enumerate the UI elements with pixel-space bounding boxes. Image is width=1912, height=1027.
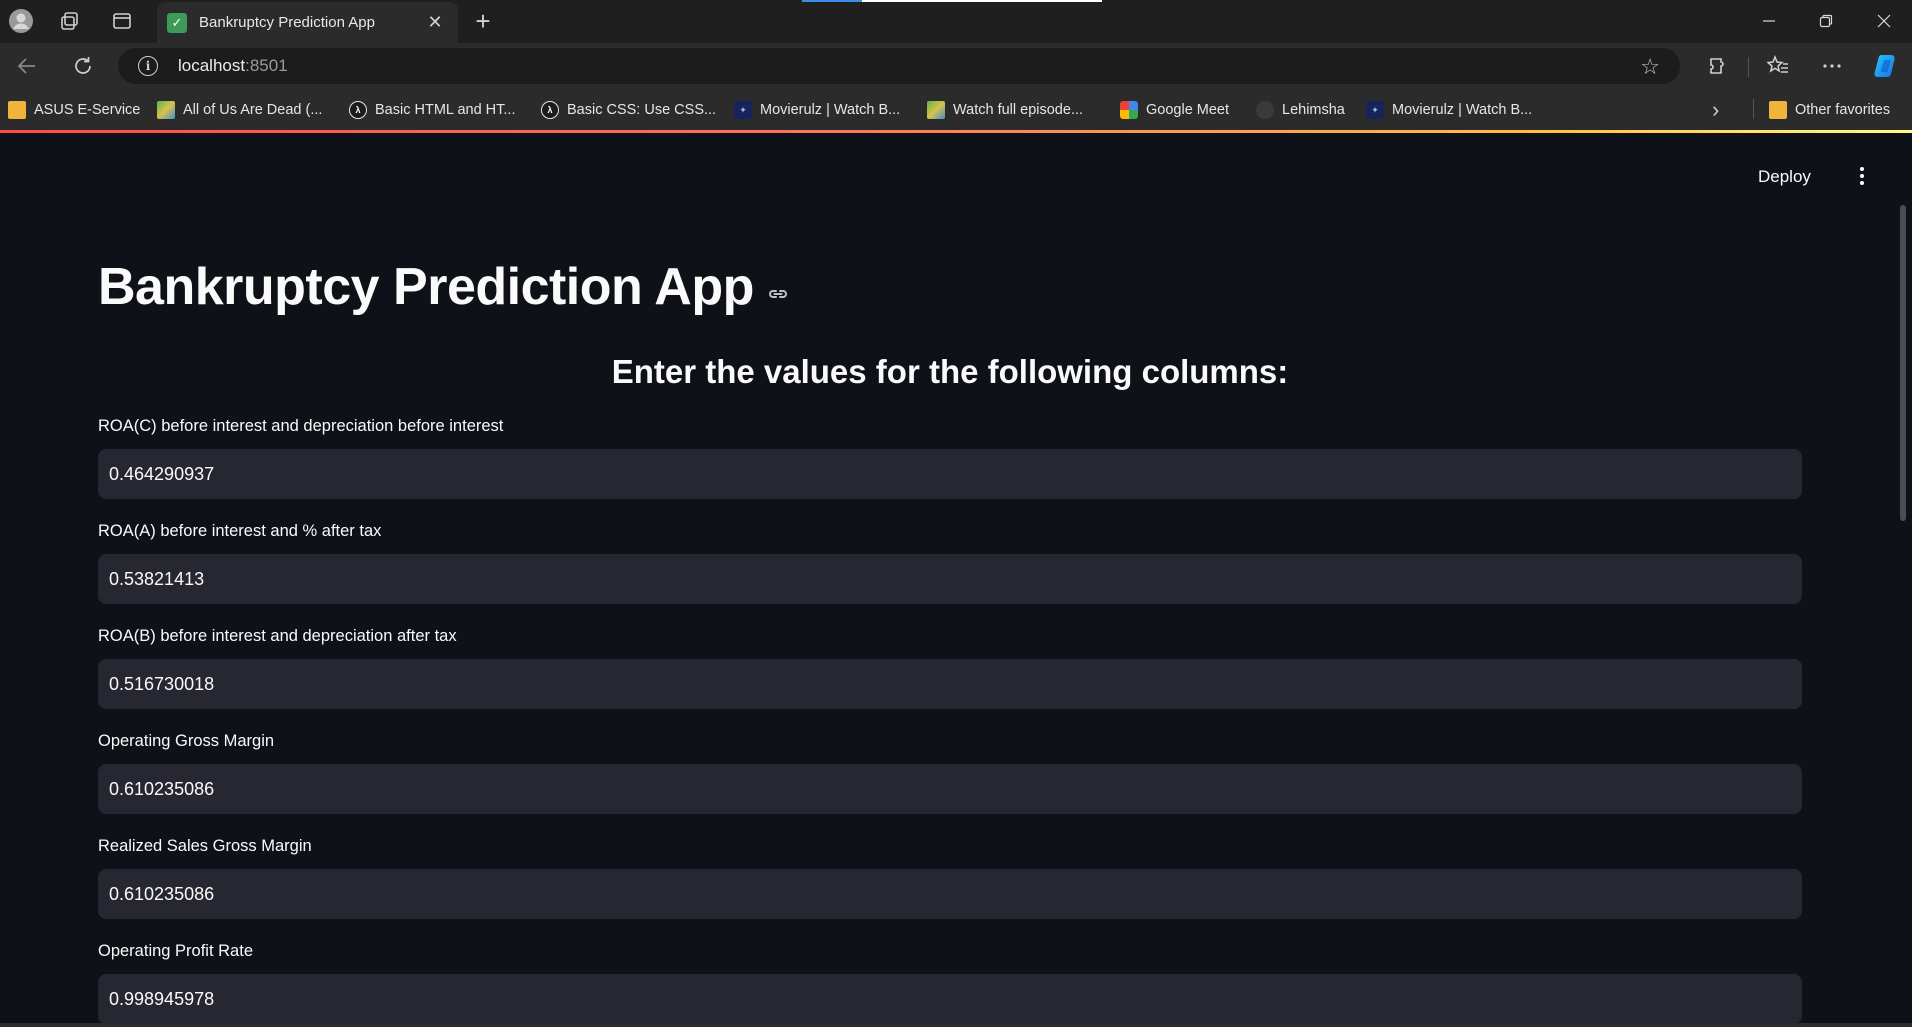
bookmark-item[interactable]: λ Basic CSS: Use CSS... (541, 99, 716, 121)
google-meet-icon (1120, 101, 1138, 119)
field-label: Operating Profit Rate (98, 942, 253, 960)
number-input-field: Realized Sales Gross Margin (98, 837, 1802, 919)
window-bottom-edge (0, 1023, 1912, 1027)
page-title: Bankruptcy Prediction App (98, 258, 754, 316)
vertical-tabs-icon[interactable] (107, 6, 137, 36)
url-host: localhost (178, 56, 246, 75)
bookmarks-bar: ASUS E-Service All of Us Are Dead (... λ… (0, 89, 1912, 130)
bookmark-item[interactable]: All of Us Are Dead (... (157, 99, 322, 121)
movierulz-icon: ✦ (734, 101, 752, 119)
favorite-star-icon[interactable]: ☆ (1640, 54, 1660, 80)
new-tab-icon[interactable]: + (468, 6, 498, 36)
freecodecamp-icon: λ (541, 101, 559, 119)
roa-a-input[interactable] (98, 554, 1802, 604)
number-input-field: Operating Gross Margin (98, 732, 1802, 814)
roa-b-input[interactable] (98, 659, 1802, 709)
url-field[interactable]: i localhost:8501 ☆ (118, 48, 1680, 84)
address-toolbar: i localhost:8501 ☆ (0, 43, 1912, 89)
bookmark-item[interactable]: ASUS E-Service (8, 99, 140, 121)
refresh-icon[interactable] (68, 51, 98, 81)
back-icon[interactable] (12, 51, 42, 81)
more-options-icon[interactable] (1817, 51, 1847, 81)
roa-c-input[interactable] (98, 449, 1802, 499)
field-label: ROA(B) before interest and depreciation … (98, 627, 457, 645)
bookmark-label: All of Us Are Dead (... (183, 102, 323, 118)
folder-icon (8, 101, 26, 119)
operating-gross-margin-input[interactable] (98, 764, 1802, 814)
operating-profit-rate-input[interactable] (98, 974, 1802, 1024)
bookmark-label: Movierulz | Watch B... (1392, 102, 1533, 118)
bookmark-label: Lehimsha (1282, 102, 1345, 118)
site-info-icon[interactable]: i (138, 56, 158, 76)
bookmark-label: Watch full episode... (953, 102, 1084, 118)
loading-indicator (802, 0, 1102, 2)
image-favicon-icon (157, 101, 175, 119)
folder-icon (1769, 101, 1787, 119)
copilot-icon[interactable] (1871, 51, 1901, 81)
field-label: ROA(C) before interest and depreciation … (98, 417, 504, 435)
restore-icon[interactable] (1806, 6, 1846, 36)
number-input-field: ROA(A) before interest and % after tax (98, 522, 1802, 604)
bookmark-item[interactable]: Google Meet (1120, 99, 1229, 121)
tab-bankruptcy-prediction-app[interactable]: ✓ Bankruptcy Prediction App ✕ (157, 2, 458, 43)
bookmark-label: Basic HTML and HT... (375, 102, 516, 118)
workspaces-icon[interactable] (55, 6, 85, 36)
bookmark-item[interactable]: λ Basic HTML and HT... (349, 99, 515, 121)
subheader: Enter the values for the following colum… (611, 353, 1289, 390)
number-input-field: ROA(B) before interest and depreciation … (98, 627, 1802, 709)
extensions-icon[interactable] (1703, 51, 1733, 81)
tab-title: Bankruptcy Prediction App (199, 14, 375, 31)
bookmark-label: Basic CSS: Use CSS... (567, 102, 717, 118)
title-row: Bankruptcy Prediction App (98, 257, 790, 317)
bookmark-label: Other favorites (1795, 102, 1891, 118)
bookmark-item[interactable]: Watch full episode... (927, 99, 1083, 121)
bookmark-item[interactable]: Lehimsha (1256, 99, 1345, 121)
toolbar-divider (1748, 57, 1749, 77)
bookmark-item[interactable]: ✦ Movierulz | Watch B... (734, 99, 900, 121)
main-menu-icon[interactable] (1852, 163, 1872, 189)
github-icon (1256, 101, 1274, 119)
close-window-icon[interactable] (1864, 6, 1904, 36)
bookmark-item[interactable]: ✦ Movierulz | Watch B... (1366, 99, 1532, 121)
bookmark-label: Google Meet (1146, 102, 1230, 118)
minimize-icon[interactable] (1749, 6, 1789, 36)
other-favorites-folder[interactable]: Other favorites (1769, 99, 1890, 121)
close-tab-icon[interactable]: ✕ (424, 12, 446, 34)
chevron-right-icon[interactable]: › (1712, 97, 1719, 123)
number-input-field: Operating Profit Rate (98, 942, 1802, 1024)
field-label: Realized Sales Gross Margin (98, 837, 312, 855)
deploy-button[interactable]: Deploy (1758, 167, 1811, 187)
realized-sales-gross-margin-input[interactable] (98, 869, 1802, 919)
freecodecamp-icon: λ (349, 101, 367, 119)
field-label: ROA(A) before interest and % after tax (98, 522, 382, 540)
streamlit-app: Deploy Bankruptcy Prediction App Enter t… (0, 133, 1912, 1027)
bookmarks-divider (1753, 99, 1754, 119)
url-port: :8501 (245, 56, 288, 75)
browser-tab-bar: ✓ Bankruptcy Prediction App ✕ + (0, 0, 1912, 43)
movierulz-icon: ✦ (1366, 101, 1384, 119)
link-anchor-icon[interactable] (766, 282, 790, 306)
image-favicon-icon (927, 101, 945, 119)
field-label: Operating Gross Margin (98, 732, 275, 750)
profile-avatar-icon[interactable] (6, 6, 36, 36)
favorites-icon[interactable] (1763, 51, 1793, 81)
streamlit-favicon-icon: ✓ (167, 12, 187, 33)
scrollbar[interactable] (1900, 205, 1906, 521)
bookmark-label: ASUS E-Service (34, 102, 141, 118)
bookmark-label: Movierulz | Watch B... (760, 102, 901, 118)
number-input-field: ROA(C) before interest and depreciation … (98, 417, 1802, 499)
